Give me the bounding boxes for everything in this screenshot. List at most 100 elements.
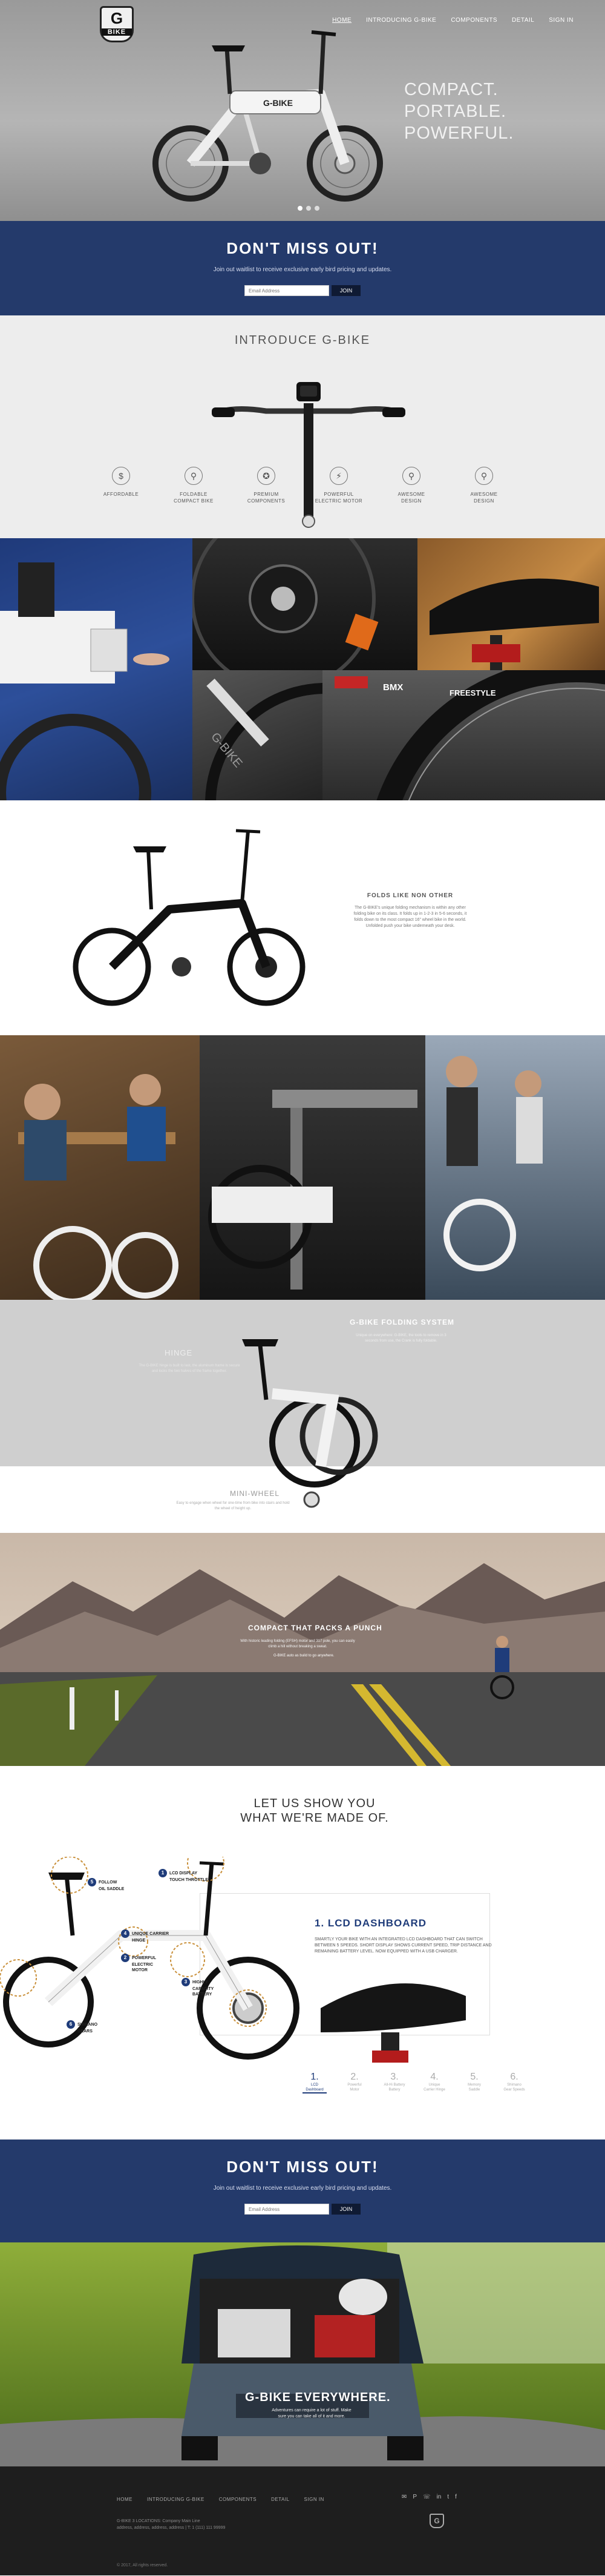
footer-nav: HOME INTRODUCING G-BIKE COMPONENTS DETAI… <box>117 2497 324 2502</box>
car-section: G-BIKE EVERYWHERE. Adventures can requir… <box>0 2242 605 2466</box>
step-battery[interactable]: 3. All-Hi Battery Battery <box>382 2072 407 2093</box>
facebook-icon[interactable]: f <box>455 2494 457 2500</box>
carousel-dot[interactable] <box>315 206 319 211</box>
step-label: LCD <box>310 2083 318 2087</box>
tire-photo: BMX FREESTYLE <box>322 670 605 800</box>
desk-photo <box>200 1035 425 1300</box>
hinge-title: HINGE <box>165 1348 193 1357</box>
callout-number: 2 <box>121 1954 129 1962</box>
folds-section: FOLDS LIKE NON OTHER The G-BIKE's unique… <box>0 800 605 1035</box>
battery-photo <box>0 538 192 800</box>
black-bike-image <box>73 829 306 1006</box>
step-saddle[interactable]: 5. Memory Saddle <box>462 2072 486 2093</box>
cafe-photo <box>0 1035 200 1300</box>
feature-label: POWERFUL <box>324 492 354 497</box>
callout-saddle[interactable]: 5 FOLLOW OIL SADDLE <box>88 1878 124 1892</box>
newsletter-title: DON'T MISS OUT! <box>226 2158 379 2176</box>
footer-nav-sign-in[interactable]: SIGN IN <box>304 2497 324 2502</box>
callout-label: SHIMANO <box>77 2022 98 2027</box>
linkedin-icon[interactable]: in <box>437 2494 442 2500</box>
hero-bike-image: G-BIKE <box>152 30 383 202</box>
step-number: 2. <box>350 2072 359 2082</box>
step-lcd[interactable]: 1. LCD Dashboard <box>302 2072 327 2093</box>
nav-components[interactable]: COMPONENTS <box>443 13 505 27</box>
feature-label: ELECTRIC MOTOR <box>315 498 363 504</box>
callout-label: LCD DISPLAY <box>169 1871 198 1876</box>
email-input[interactable] <box>244 2204 329 2215</box>
step-gears[interactable]: 6. Shimano Gear Speeds <box>502 2072 526 2093</box>
step-label: Gear Speeds <box>503 2088 525 2092</box>
feature-label: AWESOME <box>397 492 425 497</box>
feature-label: PREMIUM <box>253 492 279 497</box>
components-title: LET US SHOW YOU WHAT WE'RE MADE OF. <box>230 1796 399 1825</box>
feature-label: DESIGN <box>474 498 494 504</box>
components-section: LET US SHOW YOU WHAT WE'RE MADE OF. 5 FOL… <box>0 1766 605 2140</box>
logo-letter: G <box>110 9 123 27</box>
footer-nav-introducing[interactable]: INTRODUCING G-BIKE <box>147 2497 204 2502</box>
newsletter-text: Join out waitlist to receive exclusive e… <box>213 2185 392 2192</box>
feature-motor: ⚡ POWERFUL ELECTRIC MOTOR <box>309 467 369 504</box>
folds-text: The G-BIKE's unique folding mechanism is… <box>353 906 467 928</box>
feature-design: ⚲ AWESOME DESIGN <box>381 467 442 504</box>
feature-label: FOLDABLE <box>180 492 208 497</box>
callout-number: 3 <box>182 1978 190 1986</box>
footer-nav-home[interactable]: HOME <box>117 2497 132 2502</box>
callout-motor[interactable]: 2 POWERFUL ELECTRIC MOTOR <box>121 1954 156 1973</box>
callout-label: MOTOR <box>132 1968 148 1972</box>
address-line: G-BIKE 3 LOCATIONS: Company Main Line <box>117 2519 200 2523</box>
callout-hinge[interactable]: 4 UNIQUE CARRIER HINGE <box>121 1929 169 1943</box>
join-button[interactable]: JOIN <box>332 2204 361 2215</box>
callout-lcd[interactable]: 1 LCD DISPLAY TOUCH THROTTLE <box>159 1869 208 1883</box>
newsletter-title: DON'T MISS OUT! <box>226 239 379 257</box>
car-title: G-BIKE EVERYWHERE. <box>245 2391 391 2404</box>
folding-system-title: G-BIKE FOLDING SYSTEM <box>350 1318 455 1326</box>
saddle-image <box>321 1983 466 2063</box>
step-motor[interactable]: 2. Powerful Motor <box>342 2072 367 2093</box>
phone-icon[interactable]: ☏ <box>423 2494 431 2500</box>
punch-extra: G-BIKE auto as build to go anywhere. <box>273 1654 335 1658</box>
step-label: Saddle <box>468 2088 480 2092</box>
email-input[interactable] <box>244 285 329 296</box>
components-title-line: WHAT WE'RE MADE OF. <box>240 1811 389 1825</box>
callout-label: TOUCH THROTTLE <box>169 1878 209 1882</box>
callout-gears[interactable]: 6 SHIMANO GEARS <box>67 2020 97 2034</box>
step-label: Dashboard <box>306 2088 324 2092</box>
step-number: 3. <box>390 2072 399 2082</box>
nav-sign-in[interactable]: SIGN IN <box>541 13 581 27</box>
footer-logo[interactable]: G <box>430 2514 444 2528</box>
bike-icon: ⚲ <box>185 467 203 485</box>
feature-foldable: ⚲ FOLDABLE COMPACT BIKE <box>163 467 224 504</box>
step-number: 4. <box>430 2072 439 2082</box>
carousel-dots <box>298 206 319 211</box>
pinterest-icon[interactable]: P <box>413 2494 417 2500</box>
footer-address: G-BIKE 3 LOCATIONS: Company Main Line ad… <box>117 2518 225 2531</box>
footer-nav-detail[interactable]: DETAIL <box>271 2497 289 2502</box>
email-icon[interactable]: ✉ <box>402 2494 407 2500</box>
join-button[interactable]: JOIN <box>332 285 361 296</box>
step-number: 1. <box>310 2072 319 2082</box>
nav-detail[interactable]: DETAIL <box>505 13 541 27</box>
folds-text-block: FOLDS LIKE NON OTHER The G-BIKE's unique… <box>350 892 471 929</box>
punch-text: With historic leading folding (EFSH) mot… <box>240 1639 355 1649</box>
newsletter-section-2: DON'T MISS OUT! Join out waitlist to rec… <box>0 2140 605 2242</box>
brake-photo: G-BIKE <box>192 670 322 800</box>
twitter-icon[interactable]: t <box>447 2494 449 2500</box>
step-label: Unique <box>428 2083 440 2087</box>
escalator-photo <box>425 1035 605 1300</box>
footer-nav-components[interactable]: COMPONENTS <box>219 2497 257 2502</box>
callout-number: 6 <box>67 2020 75 2029</box>
callout-number: 1 <box>159 1869 167 1877</box>
callout-battery[interactable]: 3 HIGHLY CAPACITY BATTERY <box>182 1978 214 1997</box>
step-hinge[interactable]: 4. Unique Carrier Hinge <box>422 2072 446 2093</box>
gbike-logo[interactable]: G BIKE <box>100 6 134 42</box>
tire-text: FREESTYLE <box>450 688 496 697</box>
carousel-dot[interactable] <box>298 206 302 211</box>
component-photo-grid: G-BIKE BMX FREESTYLE <box>0 538 605 800</box>
tagline-powerful: POWERFUL. <box>404 124 514 143</box>
newsletter-form: JOIN <box>0 285 605 296</box>
callout-label: OIL SADDLE <box>99 1887 125 1891</box>
feature-premium: ✪ PREMIUM COMPONENTS <box>236 467 296 504</box>
feature-label: COMPONENTS <box>247 498 286 504</box>
handlebar-image <box>212 382 405 528</box>
carousel-dot[interactable] <box>306 206 311 211</box>
